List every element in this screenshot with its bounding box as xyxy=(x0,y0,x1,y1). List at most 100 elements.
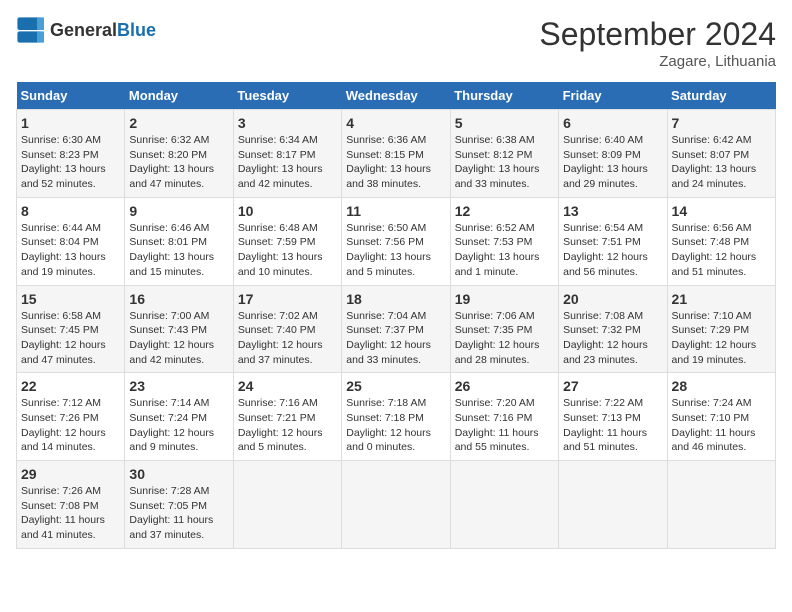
day-number: 14 xyxy=(672,203,771,219)
header-friday: Friday xyxy=(559,82,667,110)
day-number: 28 xyxy=(672,378,771,394)
day-number: 26 xyxy=(455,378,554,394)
day-info: Sunrise: 6:56 AMSunset: 7:48 PMDaylight:… xyxy=(672,221,771,280)
day-info: Sunrise: 6:50 AMSunset: 7:56 PMDaylight:… xyxy=(346,221,445,280)
day-info: Sunrise: 6:44 AMSunset: 8:04 PMDaylight:… xyxy=(21,221,120,280)
day-info: Sunrise: 7:02 AMSunset: 7:40 PMDaylight:… xyxy=(238,309,337,368)
header-wednesday: Wednesday xyxy=(342,82,450,110)
calendar-cell: 25 Sunrise: 7:18 AMSunset: 7:18 PMDayligh… xyxy=(342,373,450,461)
calendar-cell: 3 Sunrise: 6:34 AMSunset: 8:17 PMDaylight… xyxy=(233,110,341,198)
calendar-table: Sunday Monday Tuesday Wednesday Thursday… xyxy=(16,82,776,549)
day-info: Sunrise: 6:38 AMSunset: 8:12 PMDaylight:… xyxy=(455,133,554,192)
logo-text: GeneralBlue xyxy=(50,20,156,41)
calendar-cell: 24 Sunrise: 7:16 AMSunset: 7:21 PMDayligh… xyxy=(233,373,341,461)
calendar-cell: 11 Sunrise: 6:50 AMSunset: 7:56 PMDayligh… xyxy=(342,197,450,285)
header-thursday: Thursday xyxy=(450,82,558,110)
calendar-cell: 27 Sunrise: 7:22 AMSunset: 7:13 PMDayligh… xyxy=(559,373,667,461)
calendar-week-row: 1 Sunrise: 6:30 AMSunset: 8:23 PMDaylight… xyxy=(17,110,776,198)
day-number: 5 xyxy=(455,115,554,131)
day-info: Sunrise: 7:26 AMSunset: 7:08 PMDaylight:… xyxy=(21,484,120,543)
calendar-cell: 4 Sunrise: 6:36 AMSunset: 8:15 PMDaylight… xyxy=(342,110,450,198)
day-number: 20 xyxy=(563,291,662,307)
day-info: Sunrise: 6:30 AMSunset: 8:23 PMDaylight:… xyxy=(21,133,120,192)
day-number: 3 xyxy=(238,115,337,131)
logo-icon xyxy=(16,16,44,44)
calendar-cell xyxy=(559,461,667,549)
calendar-cell: 15Sunrise: 6:58 AMSunset: 7:45 PMDayligh… xyxy=(17,285,125,373)
day-info: Sunrise: 6:52 AMSunset: 7:53 PMDaylight:… xyxy=(455,221,554,280)
calendar-cell: 17 Sunrise: 7:02 AMSunset: 7:40 PMDayligh… xyxy=(233,285,341,373)
day-info: Sunrise: 7:24 AMSunset: 7:10 PMDaylight:… xyxy=(672,396,771,455)
day-info: Sunrise: 6:46 AMSunset: 8:01 PMDaylight:… xyxy=(129,221,228,280)
day-info: Sunrise: 6:54 AMSunset: 7:51 PMDaylight:… xyxy=(563,221,662,280)
day-number: 25 xyxy=(346,378,445,394)
calendar-cell: 12 Sunrise: 6:52 AMSunset: 7:53 PMDayligh… xyxy=(450,197,558,285)
day-info: Sunrise: 7:16 AMSunset: 7:21 PMDaylight:… xyxy=(238,396,337,455)
logo-blue: Blue xyxy=(117,20,156,40)
calendar-cell: 21Sunrise: 7:10 AMSunset: 7:29 PMDayligh… xyxy=(667,285,775,373)
calendar-cell: 10 Sunrise: 6:48 AMSunset: 7:59 PMDayligh… xyxy=(233,197,341,285)
calendar-cell: 1 Sunrise: 6:30 AMSunset: 8:23 PMDaylight… xyxy=(17,110,125,198)
calendar-cell: 22 Sunrise: 7:12 AMSunset: 7:26 PMDayligh… xyxy=(17,373,125,461)
day-number: 4 xyxy=(346,115,445,131)
day-info: Sunrise: 7:00 AMSunset: 7:43 PMDaylight:… xyxy=(129,309,228,368)
day-info: Sunrise: 7:18 AMSunset: 7:18 PMDaylight:… xyxy=(346,396,445,455)
day-number: 12 xyxy=(455,203,554,219)
day-number: 17 xyxy=(238,291,337,307)
header-monday: Monday xyxy=(125,82,233,110)
calendar-cell: 5 Sunrise: 6:38 AMSunset: 8:12 PMDaylight… xyxy=(450,110,558,198)
day-info: Sunrise: 6:36 AMSunset: 8:15 PMDaylight:… xyxy=(346,133,445,192)
calendar-cell: 14 Sunrise: 6:56 AMSunset: 7:48 PMDayligh… xyxy=(667,197,775,285)
day-info: Sunrise: 7:12 AMSunset: 7:26 PMDaylight:… xyxy=(21,396,120,455)
calendar-cell: 2 Sunrise: 6:32 AMSunset: 8:20 PMDaylight… xyxy=(125,110,233,198)
header-tuesday: Tuesday xyxy=(233,82,341,110)
logo-general: General xyxy=(50,20,117,40)
day-info: Sunrise: 6:34 AMSunset: 8:17 PMDaylight:… xyxy=(238,133,337,192)
calendar-cell: 28 Sunrise: 7:24 AMSunset: 7:10 PMDayligh… xyxy=(667,373,775,461)
day-number: 24 xyxy=(238,378,337,394)
day-number: 1 xyxy=(21,115,120,131)
day-number: 2 xyxy=(129,115,228,131)
calendar-week-row: 22 Sunrise: 7:12 AMSunset: 7:26 PMDayligh… xyxy=(17,373,776,461)
logo: GeneralBlue xyxy=(16,16,156,44)
page-header: GeneralBlue September 2024 Zagare, Lithu… xyxy=(16,16,776,70)
day-info: Sunrise: 7:14 AMSunset: 7:24 PMDaylight:… xyxy=(129,396,228,455)
day-number: 10 xyxy=(238,203,337,219)
calendar-cell xyxy=(450,461,558,549)
calendar-cell xyxy=(233,461,341,549)
day-info: Sunrise: 6:42 AMSunset: 8:07 PMDaylight:… xyxy=(672,133,771,192)
day-number: 15 xyxy=(21,291,120,307)
day-number: 7 xyxy=(672,115,771,131)
day-number: 27 xyxy=(563,378,662,394)
calendar-week-row: 15Sunrise: 6:58 AMSunset: 7:45 PMDayligh… xyxy=(17,285,776,373)
calendar-cell: 18Sunrise: 7:04 AMSunset: 7:37 PMDayligh… xyxy=(342,285,450,373)
calendar-cell: 19 Sunrise: 7:06 AMSunset: 7:35 PMDayligh… xyxy=(450,285,558,373)
header-sunday: Sunday xyxy=(17,82,125,110)
calendar-header-row: Sunday Monday Tuesday Wednesday Thursday… xyxy=(17,82,776,110)
title-block: September 2024 Zagare, Lithuania xyxy=(539,16,776,70)
day-info: Sunrise: 7:20 AMSunset: 7:16 PMDaylight:… xyxy=(455,396,554,455)
calendar-cell: 20Sunrise: 7:08 AMSunset: 7:32 PMDayligh… xyxy=(559,285,667,373)
calendar-cell: 9Sunrise: 6:46 AMSunset: 8:01 PMDaylight… xyxy=(125,197,233,285)
header-saturday: Saturday xyxy=(667,82,775,110)
calendar-cell: 8 Sunrise: 6:44 AMSunset: 8:04 PMDaylight… xyxy=(17,197,125,285)
calendar-cell: 6Sunrise: 6:40 AMSunset: 8:09 PMDaylight… xyxy=(559,110,667,198)
day-info: Sunrise: 7:06 AMSunset: 7:35 PMDaylight:… xyxy=(455,309,554,368)
calendar-cell xyxy=(342,461,450,549)
day-number: 23 xyxy=(129,378,228,394)
calendar-week-row: 29 Sunrise: 7:26 AMSunset: 7:08 PMDayligh… xyxy=(17,461,776,549)
day-info: Sunrise: 6:40 AMSunset: 8:09 PMDaylight:… xyxy=(563,133,662,192)
day-info: Sunrise: 7:22 AMSunset: 7:13 PMDaylight:… xyxy=(563,396,662,455)
day-info: Sunrise: 7:10 AMSunset: 7:29 PMDaylight:… xyxy=(672,309,771,368)
day-number: 19 xyxy=(455,291,554,307)
day-number: 13 xyxy=(563,203,662,219)
day-number: 22 xyxy=(21,378,120,394)
day-number: 8 xyxy=(21,203,120,219)
month-title: September 2024 xyxy=(539,16,776,53)
day-info: Sunrise: 6:48 AMSunset: 7:59 PMDaylight:… xyxy=(238,221,337,280)
day-number: 29 xyxy=(21,466,120,482)
day-info: Sunrise: 6:32 AMSunset: 8:20 PMDaylight:… xyxy=(129,133,228,192)
day-number: 11 xyxy=(346,203,445,219)
day-number: 18 xyxy=(346,291,445,307)
calendar-cell: 23 Sunrise: 7:14 AMSunset: 7:24 PMDayligh… xyxy=(125,373,233,461)
